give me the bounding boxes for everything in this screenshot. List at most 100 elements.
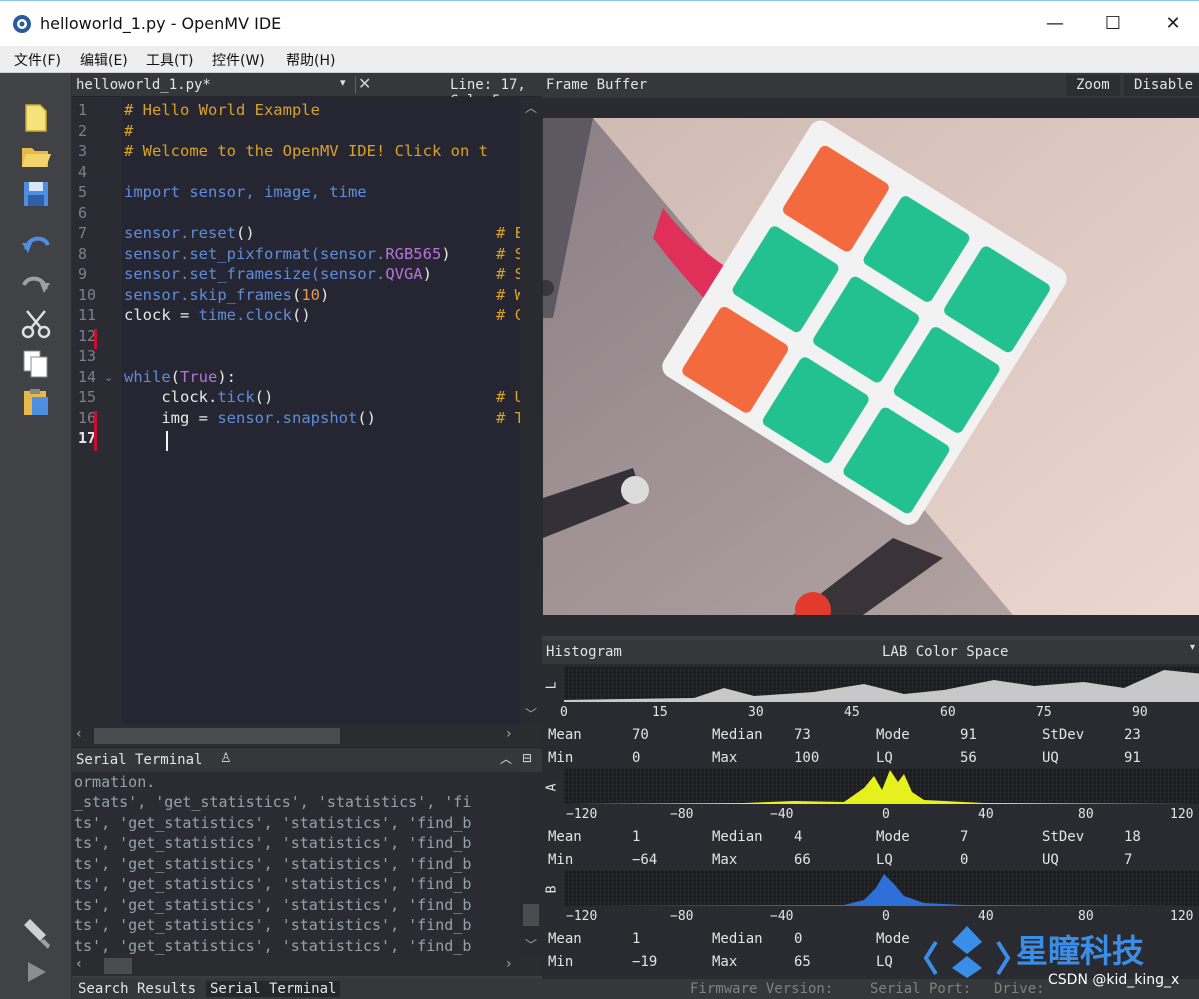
- stat-value: 0: [960, 852, 969, 868]
- open-folder-icon[interactable]: [16, 139, 56, 173]
- terminal-vertical-scrollbar[interactable]: ﹀: [520, 772, 542, 956]
- stat-value: 7: [1124, 852, 1133, 868]
- a-tick: 40: [978, 807, 994, 822]
- tab-serial-terminal[interactable]: Serial Terminal: [206, 981, 341, 997]
- code-line: sensor.skip_frames(10): [124, 286, 330, 304]
- l-histogram-plot: [564, 666, 1199, 702]
- maximize-button[interactable]: ☐: [1098, 11, 1128, 37]
- b-tick: 0: [882, 909, 890, 924]
- scroll-up-icon[interactable]: ︿: [525, 99, 537, 116]
- scroll-right-icon[interactable]: ›: [506, 726, 512, 742]
- code-comment: # U: [496, 388, 520, 406]
- scroll-left-icon[interactable]: ‹: [76, 956, 82, 972]
- cut-icon[interactable]: [16, 307, 56, 341]
- l-tick: 60: [940, 705, 956, 720]
- chevron-down-icon[interactable]: ▾: [1190, 642, 1195, 653]
- frame-buffer-title: Frame Buffer: [546, 77, 648, 93]
- channel-label-a: A: [544, 783, 560, 792]
- code-line: sensor.reset(): [124, 224, 255, 242]
- stat-label: Mean: [548, 727, 582, 743]
- fold-arrow-icon[interactable]: ⌄: [104, 371, 113, 384]
- frame-buffer-view[interactable]: [542, 98, 1199, 636]
- stat-value: 23: [1124, 727, 1141, 743]
- redo-icon[interactable]: [16, 267, 56, 301]
- menu-tools[interactable]: 工具(T): [146, 50, 193, 70]
- stat-label: Mean: [548, 829, 582, 845]
- menu-file[interactable]: 文件(F): [14, 50, 61, 70]
- menu-widgets[interactable]: 控件(W): [212, 50, 265, 70]
- a-tick: −40: [770, 807, 794, 822]
- csdn-watermark: CSDN @kid_king_x: [1048, 972, 1180, 988]
- stat-value: 4: [794, 829, 803, 845]
- stat-value: 66: [794, 852, 811, 868]
- terminal-line: ts', 'get_statistics', 'statistics', 'fi…: [74, 834, 472, 852]
- editor-vertical-scrollbar[interactable]: ︿ ﹀: [520, 97, 542, 725]
- scroll-down-icon[interactable]: ﹀: [525, 936, 537, 953]
- terminal-line: ts', 'get_statistics', 'statistics', 'fi…: [74, 916, 472, 934]
- menu-help[interactable]: 帮助(H): [286, 50, 335, 70]
- b-tick: −120: [566, 909, 598, 924]
- l-tick: 45: [844, 705, 860, 720]
- modified-line-marker: [94, 329, 97, 349]
- stat-label: Max: [712, 750, 738, 766]
- a-tick: −120: [566, 807, 598, 822]
- tab-search-results[interactable]: Search Results: [78, 981, 196, 997]
- terminal-line: ts', 'get_statistics', 'statistics', 'fi…: [74, 875, 472, 893]
- minimize-button[interactable]: —: [1040, 11, 1070, 37]
- copy-icon[interactable]: [16, 347, 56, 381]
- stat-label: Mode: [876, 727, 910, 743]
- scroll-thumb[interactable]: [94, 728, 340, 744]
- disable-button[interactable]: Disable: [1124, 75, 1199, 96]
- file-dropdown-icon[interactable]: ▾: [340, 76, 346, 89]
- editor-file-tab[interactable]: helloworld_1.py*: [76, 77, 211, 93]
- scroll-thumb[interactable]: [523, 904, 539, 926]
- run-icon[interactable]: [16, 955, 56, 989]
- scroll-thumb[interactable]: [104, 958, 132, 974]
- drive: Drive:: [994, 981, 1045, 997]
- paste-icon[interactable]: [16, 385, 56, 419]
- stat-value: 56: [960, 750, 977, 766]
- connect-icon[interactable]: [16, 917, 56, 951]
- collapse-icon[interactable]: ︿: [500, 750, 512, 767]
- scroll-left-icon[interactable]: ‹: [76, 726, 82, 742]
- stat-value: 1: [632, 931, 641, 947]
- editor-tab-bar: helloworld_1.py* ▾ ✕ Line: 17, Col: 5: [72, 73, 542, 109]
- b-tick: −80: [670, 909, 694, 924]
- a-tick: −80: [670, 807, 694, 822]
- color-space-select[interactable]: LAB Color Space: [882, 644, 1008, 660]
- channel-label-l: L: [544, 681, 560, 690]
- stat-value: 91: [1124, 750, 1141, 766]
- undo-icon[interactable]: [16, 227, 56, 261]
- stat-label: UQ: [1042, 852, 1059, 868]
- a-tick: 80: [1078, 807, 1094, 822]
- terminal-settings-icon[interactable]: ♙: [220, 751, 232, 766]
- l-tick: 90: [1132, 705, 1148, 720]
- zoom-button[interactable]: Zoom: [1066, 75, 1120, 96]
- histogram-header: Histogram LAB Color Space ▾: [542, 640, 1199, 664]
- code-line: clock.tick(): [124, 388, 274, 406]
- editor-horizontal-scrollbar[interactable]: ‹ ›: [72, 725, 542, 747]
- new-file-icon[interactable]: [16, 101, 56, 135]
- terminal-horizontal-scrollbar[interactable]: ‹ ›: [72, 956, 542, 976]
- line-number: 12: [78, 327, 97, 345]
- line-number: 4: [78, 163, 88, 181]
- line-number: 5: [78, 183, 88, 201]
- close-window-button[interactable]: ✕: [1158, 11, 1188, 37]
- scroll-down-icon[interactable]: ﹀: [525, 705, 537, 722]
- line-number: 13: [78, 347, 97, 365]
- code-editor[interactable]: # Hello World Example # # Welcome to the…: [122, 97, 520, 725]
- stat-value: 65: [794, 954, 811, 970]
- stat-label: Mean: [548, 931, 582, 947]
- serial-terminal-output[interactable]: ormation. _stats', 'get_statistics', 'st…: [72, 772, 520, 956]
- code-line: import sensor, image, time: [124, 183, 367, 201]
- code-comment: # W: [496, 286, 520, 304]
- stat-label: Max: [712, 954, 738, 970]
- scroll-right-icon[interactable]: ›: [506, 956, 512, 972]
- menu-edit[interactable]: 编辑(E): [80, 50, 128, 70]
- terminal-line: ts', 'get_statistics', 'statistics', 'fi…: [74, 896, 472, 914]
- stat-label: LQ: [876, 750, 893, 766]
- save-icon[interactable]: [16, 177, 56, 211]
- close-file-icon[interactable]: ✕: [358, 74, 371, 93]
- panel-maximize-icon[interactable]: ⊟: [522, 751, 532, 765]
- histogram-panel: L 0 15 30 45 60 75 90 Mean 70 Median 73 …: [542, 664, 1199, 979]
